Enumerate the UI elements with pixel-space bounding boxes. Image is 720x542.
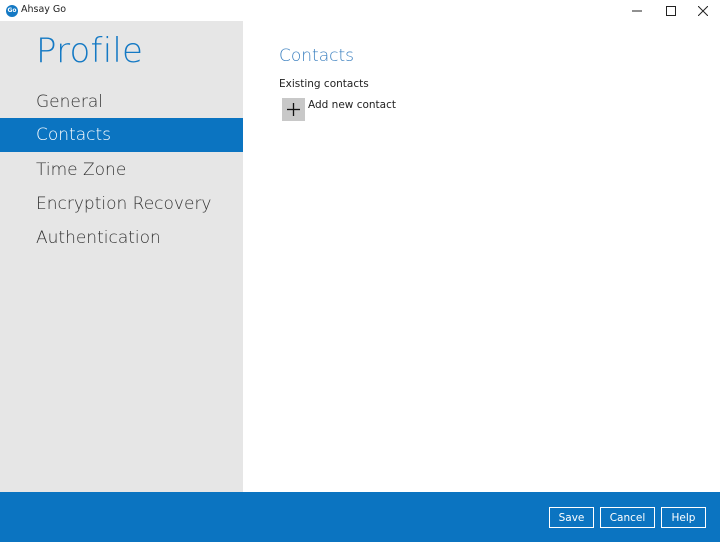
save-button[interactable]: Save <box>549 507 594 528</box>
app-logo-icon: Go <box>6 5 18 17</box>
sidebar-item-authentication[interactable]: Authentication <box>0 221 243 255</box>
title-bar: Go Ahsay Go <box>0 0 720 21</box>
sidebar: Profile General Contacts Time Zone Encry… <box>0 21 243 492</box>
plus-icon <box>287 103 300 116</box>
minimize-button[interactable] <box>620 0 654 21</box>
close-icon <box>698 5 708 16</box>
window-title: Ahsay Go <box>21 4 67 15</box>
help-button[interactable]: Help <box>661 507 706 528</box>
sidebar-item-general[interactable]: General <box>0 85 243 119</box>
existing-contacts-label: Existing contacts <box>279 78 369 90</box>
maximize-icon <box>666 5 676 16</box>
sidebar-item-time-zone[interactable]: Time Zone <box>0 153 243 187</box>
sidebar-item-encryption-recovery[interactable]: Encryption Recovery <box>0 187 243 221</box>
close-button[interactable] <box>686 0 720 21</box>
page-title: Contacts <box>279 46 354 66</box>
footer-bar: Save Cancel Help <box>0 492 720 542</box>
minimize-icon <box>632 10 642 11</box>
add-contact-link[interactable]: Add new contact <box>308 99 396 111</box>
add-contact-button[interactable] <box>282 98 305 121</box>
sidebar-title: Profile <box>36 31 144 71</box>
cancel-button[interactable]: Cancel <box>600 507 655 528</box>
sidebar-item-contacts[interactable]: Contacts <box>0 118 243 152</box>
maximize-button[interactable] <box>654 0 688 21</box>
